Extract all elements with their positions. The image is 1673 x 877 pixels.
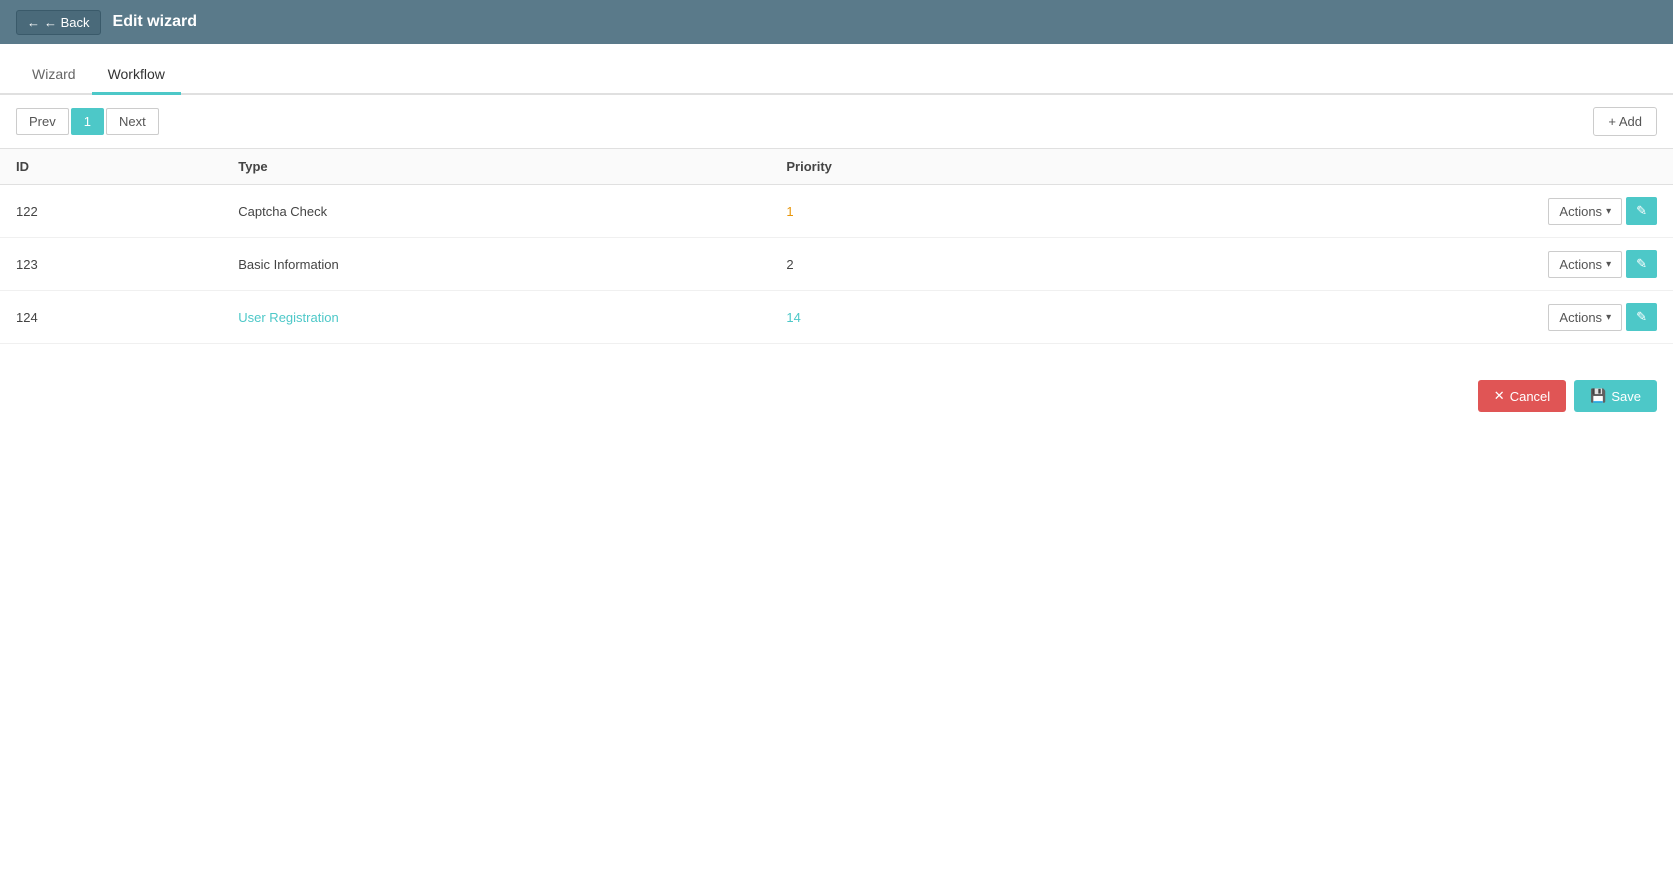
table-row: 123 Basic Information 2 Actions ▾ <box>0 238 1673 291</box>
cell-id-123: 123 <box>0 238 222 291</box>
save-button[interactable]: 💾 Save <box>1574 380 1657 412</box>
cell-actions-124: Actions ▾ ✎ <box>1091 291 1673 344</box>
pencil-icon: ✎ <box>1636 203 1647 219</box>
cell-priority-122: 1 <box>770 185 1091 238</box>
pencil-icon: ✎ <box>1636 309 1647 325</box>
actions-dropdown-123[interactable]: Actions ▾ <box>1548 251 1622 278</box>
tab-wizard[interactable]: Wizard <box>16 56 92 95</box>
cell-type-124: User Registration <box>222 291 770 344</box>
actions-cell-122: Actions ▾ ✎ <box>1107 197 1657 225</box>
col-actions-header <box>1091 149 1673 185</box>
cancel-label: Cancel <box>1510 389 1550 404</box>
tab-workflow[interactable]: Workflow <box>92 56 181 95</box>
back-arrow-icon: ← <box>27 15 40 30</box>
actions-cell-124: Actions ▾ ✎ <box>1107 303 1657 331</box>
tabs-container: Wizard Workflow <box>0 44 1673 95</box>
edit-button-123[interactable]: ✎ <box>1626 250 1657 278</box>
actions-dropdown-122[interactable]: Actions ▾ <box>1548 198 1622 225</box>
edit-button-124[interactable]: ✎ <box>1626 303 1657 331</box>
back-button[interactable]: ← ← Back <box>16 10 101 35</box>
col-id: ID <box>0 149 222 185</box>
pencil-icon: ✎ <box>1636 256 1647 272</box>
cell-actions-123: Actions ▾ ✎ <box>1091 238 1673 291</box>
chevron-down-icon: ▾ <box>1606 312 1611 323</box>
cell-actions-122: Actions ▾ ✎ <box>1091 185 1673 238</box>
save-label: Save <box>1611 389 1641 404</box>
add-button[interactable]: + Add <box>1593 107 1657 136</box>
save-disk-icon: 💾 <box>1590 388 1606 404</box>
chevron-down-icon: ▾ <box>1606 259 1611 270</box>
actions-cell-123: Actions ▾ ✎ <box>1107 250 1657 278</box>
toolbar: Prev 1 Next + Add <box>0 95 1673 148</box>
col-priority: Priority <box>770 149 1091 185</box>
cell-priority-124: 14 <box>770 291 1091 344</box>
footer-actions: ✕ Cancel 💾 Save <box>0 364 1673 428</box>
cell-id-124: 124 <box>0 291 222 344</box>
page-1-button[interactable]: 1 <box>71 108 104 135</box>
table-header-row: ID Type Priority <box>0 149 1673 185</box>
page-title: Edit wizard <box>113 13 197 31</box>
header-bar: ← ← Back Edit wizard <box>0 0 1673 44</box>
cell-type-122: Captcha Check <box>222 185 770 238</box>
cell-id-122: 122 <box>0 185 222 238</box>
table-row: 124 User Registration 14 Actions ▾ <box>0 291 1673 344</box>
pagination: Prev 1 Next <box>16 108 159 135</box>
table-row: 122 Captcha Check 1 Actions ▾ ✎ <box>0 185 1673 238</box>
data-table: ID Type Priority 122 Captcha Check <box>0 148 1673 344</box>
table-body: 122 Captcha Check 1 Actions ▾ ✎ <box>0 185 1673 344</box>
next-button[interactable]: Next <box>106 108 159 135</box>
edit-button-122[interactable]: ✎ <box>1626 197 1657 225</box>
prev-button[interactable]: Prev <box>16 108 69 135</box>
cancel-button[interactable]: ✕ Cancel <box>1478 380 1566 412</box>
cancel-x-icon: ✕ <box>1494 388 1505 404</box>
back-label: ← Back <box>44 15 90 30</box>
col-type: Type <box>222 149 770 185</box>
actions-dropdown-124[interactable]: Actions ▾ <box>1548 304 1622 331</box>
cell-type-123: Basic Information <box>222 238 770 291</box>
cell-priority-123: 2 <box>770 238 1091 291</box>
chevron-down-icon: ▾ <box>1606 206 1611 217</box>
main-content: Wizard Workflow Prev 1 Next + Add ID <box>0 44 1673 877</box>
